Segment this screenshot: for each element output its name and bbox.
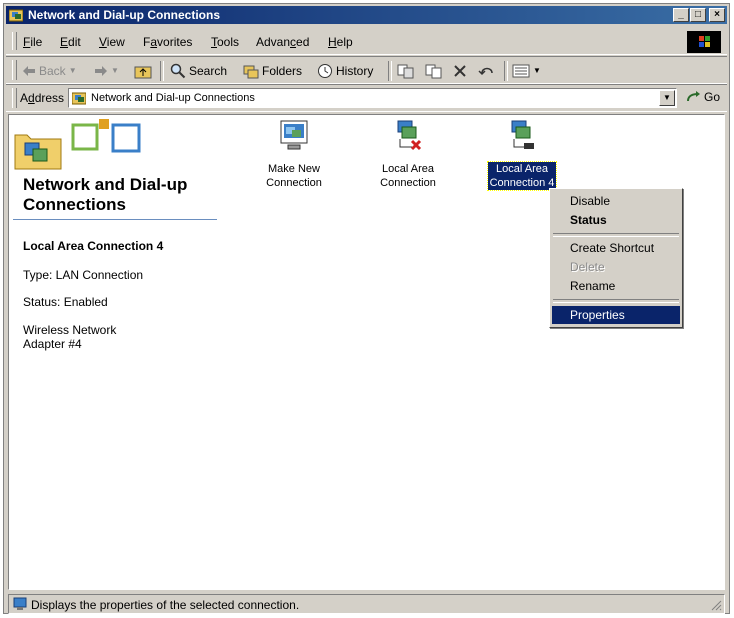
panel-title: Network and Dial-up Connections	[23, 175, 188, 214]
resize-grip-icon[interactable]	[710, 599, 722, 611]
title-bar[interactable]: Network and Dial-up Connections _ □ ×	[6, 6, 727, 24]
connection-status: Status: Enabled	[23, 295, 108, 309]
address-label: Address	[20, 91, 65, 105]
history-button[interactable]: History	[317, 62, 373, 80]
context-menu-disable[interactable]: Disable	[552, 192, 680, 210]
history-icon	[318, 64, 332, 78]
go-arrow-icon	[687, 91, 700, 102]
context-menu-status[interactable]: Status	[552, 211, 680, 229]
toolbar-separator	[504, 61, 508, 81]
context-menu-delete: Delete	[570, 260, 605, 274]
menu-help[interactable]: Help	[328, 35, 353, 49]
context-menu-rename[interactable]: Rename	[552, 277, 680, 295]
lan-disconnected-icon	[397, 120, 422, 151]
back-button[interactable]: Back ▼	[22, 62, 77, 80]
menu-file[interactable]: File	[23, 35, 42, 49]
local-area-connection-item[interactable]: Local Area Connection	[363, 119, 453, 190]
explorer-window: Network and Dial-up Connections _ □ × Fi…	[3, 3, 730, 614]
network-folder-icon	[72, 92, 86, 105]
connection-type: Type: LAN Connection	[23, 268, 144, 282]
folders-button[interactable]: Folders	[243, 62, 302, 80]
context-menu: Disable Status Create Shortcut Delete Re…	[549, 188, 683, 328]
context-menu-create-shortcut[interactable]: Create Shortcut	[552, 239, 680, 257]
delete-button[interactable]	[452, 62, 468, 80]
toolbar-grip[interactable]	[12, 60, 17, 80]
move-to-button[interactable]	[396, 62, 414, 80]
network-folder-banner-icon	[14, 119, 141, 170]
search-button[interactable]: Search	[170, 62, 227, 80]
undo-icon	[478, 67, 493, 76]
lan-connection-icon	[511, 120, 534, 149]
toolbar-separator	[160, 61, 164, 81]
menu-edit[interactable]: Edit	[60, 35, 81, 49]
undo-button[interactable]	[478, 62, 496, 80]
local-area-connection-4-label: Local Area Connection 4	[486, 161, 558, 191]
up-folder-icon	[134, 66, 152, 79]
address-dropdown-button[interactable]: ▼	[659, 90, 675, 106]
views-icon	[512, 64, 530, 78]
copy-to-button[interactable]	[424, 62, 442, 80]
back-dropdown-icon: ▼	[68, 66, 77, 75]
make-new-connection-item[interactable]: Make New Connection	[249, 119, 339, 190]
status-text: Displays the properties of the selected …	[31, 598, 300, 612]
local-area-connection-4-item[interactable]: Local Area Connection 4	[477, 119, 567, 191]
selected-connection-name: Local Area Connection 4	[23, 239, 164, 253]
windows-logo-icon	[687, 31, 721, 53]
menu-favorites[interactable]: Favorites	[143, 35, 192, 49]
up-folder-button[interactable]	[134, 62, 152, 80]
context-menu-separator	[553, 233, 679, 237]
toolbar-separator	[388, 61, 392, 81]
copy-to-icon	[425, 64, 442, 79]
address-value: Network and Dial-up Connections	[91, 92, 255, 104]
search-icon	[170, 63, 186, 79]
delete-x-icon	[454, 65, 466, 77]
move-to-icon	[397, 64, 414, 79]
go-button[interactable]: Go	[686, 90, 720, 104]
make-new-connection-label: Make New Connection	[266, 163, 322, 189]
menu-tools[interactable]: Tools	[211, 35, 239, 49]
network-status-icon	[13, 597, 27, 610]
menu-advanced[interactable]: Advanced	[256, 35, 309, 49]
views-dropdown-icon: ▼	[533, 66, 541, 75]
forward-button[interactable]: ▼	[94, 62, 119, 80]
back-arrow-icon	[23, 66, 35, 76]
connection-adapter: Wireless Network Adapter #4	[23, 323, 117, 351]
context-menu-separator	[553, 299, 679, 303]
local-area-connection-label: Local Area Connection	[380, 163, 436, 189]
forward-dropdown-icon: ▼	[111, 66, 119, 75]
status-bar: Displays the properties of the selected …	[8, 594, 725, 614]
folders-icon	[243, 65, 259, 79]
address-bar-grip[interactable]	[12, 88, 17, 108]
window-title: Network and Dial-up Connections	[28, 8, 221, 22]
network-folder-icon	[9, 9, 23, 22]
context-menu-properties[interactable]: Properties	[552, 306, 680, 324]
close-button[interactable]: ×	[709, 8, 725, 22]
panel-divider	[13, 219, 217, 220]
folder-view: Network and Dial-up Connections Local Ar…	[8, 114, 725, 590]
menu-bar: File Edit View Favorites Tools Advanced …	[6, 28, 727, 55]
menu-bar-grip[interactable]	[12, 32, 17, 50]
address-bar: Address Network and Dial-up Connections …	[6, 84, 727, 112]
minimize-button[interactable]: _	[673, 8, 689, 22]
address-input[interactable]: Network and Dial-up Connections ▼	[68, 88, 677, 108]
menu-view[interactable]: View	[99, 35, 125, 49]
make-new-connection-icon	[280, 120, 308, 150]
maximize-button[interactable]: □	[690, 8, 706, 22]
standard-toolbar: Back ▼ ▼ Search Folders History ▼	[6, 56, 727, 84]
forward-arrow-icon	[95, 66, 107, 76]
views-button[interactable]: ▼	[512, 62, 541, 80]
